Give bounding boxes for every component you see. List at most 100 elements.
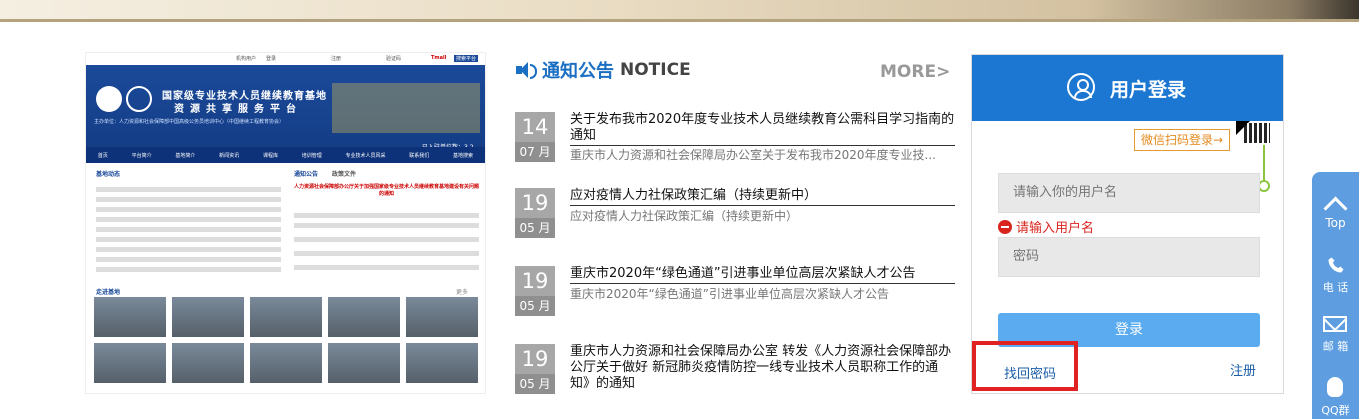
portal-text-line bbox=[96, 237, 281, 242]
portal-gallery-head: 走进基地 bbox=[96, 289, 121, 296]
portal-news-headline: 人力资源社会保障部办公厅关于加强国家级专业技术人员继续教育基地建设有关问题的通知 bbox=[294, 184, 480, 197]
login-title: 用户登录 bbox=[1110, 79, 1187, 101]
portal-nav-item: 专业技术人员风采 bbox=[345, 152, 386, 159]
notice-title-en: NOTICE bbox=[620, 60, 691, 80]
phone-icon bbox=[1328, 257, 1344, 273]
top-decor-bar bbox=[0, 0, 1359, 22]
portal-subtitle: 主办单位：人力资源和社会保障部中国高级公务员培训中心（中国继续工程教育协会） bbox=[94, 119, 285, 125]
notice-day: 19 bbox=[515, 266, 555, 296]
portal-text-line bbox=[96, 187, 281, 192]
portal-top-links: 机构用户 登录 注册 验证码 Tmall 搜索平台 bbox=[86, 53, 485, 65]
user-icon bbox=[1067, 73, 1095, 101]
portal-top-link: 搜索平台 bbox=[454, 55, 479, 62]
notice-month: 07 月 bbox=[515, 142, 555, 162]
portal-title-line2: 资源共享服务平台 bbox=[174, 104, 302, 115]
phone-button[interactable]: 电 话 bbox=[1312, 254, 1359, 294]
notice-date: 19 05 月 bbox=[515, 266, 555, 316]
highlight-box bbox=[972, 341, 1078, 391]
notice-month: 05 月 bbox=[515, 374, 555, 394]
portal-text-line bbox=[96, 257, 281, 262]
gallery-thumb bbox=[406, 343, 478, 383]
portal-text-line bbox=[294, 251, 479, 256]
portal-screenshot-image[interactable]: 机构用户 登录 注册 验证码 Tmall 搜索平台 国家级专业技术人员继续教育基… bbox=[85, 52, 486, 394]
gallery-thumb bbox=[328, 343, 400, 383]
top-label: Top bbox=[1325, 216, 1346, 230]
portal-text-line bbox=[294, 265, 479, 270]
portal-nav-item: 首页 bbox=[97, 152, 108, 159]
notice-date: 19 05 月 bbox=[515, 344, 555, 394]
portal-top-link: Tmall bbox=[431, 55, 447, 61]
qr-code-icon[interactable] bbox=[1244, 123, 1270, 143]
portal-emblem-icon bbox=[126, 86, 152, 112]
portal-nav-item: 课程库 bbox=[262, 152, 278, 159]
portal-logo-icon bbox=[96, 86, 122, 112]
speaker-icon bbox=[514, 60, 537, 80]
portal-col3-head: 政策文件 bbox=[332, 171, 357, 178]
username-input[interactable] bbox=[998, 173, 1260, 213]
register-link[interactable]: 注册 bbox=[1230, 360, 1256, 379]
mail-icon bbox=[1323, 316, 1347, 332]
portal-text-line bbox=[96, 247, 281, 252]
notice-day: 19 bbox=[515, 344, 555, 374]
portal-nav-item: 基地搜索 bbox=[453, 152, 474, 159]
portal-gallery-more: 更多 bbox=[456, 289, 469, 296]
portal-nav-item: 新闻资讯 bbox=[219, 152, 240, 159]
mail-button[interactable]: 邮 箱 bbox=[1312, 316, 1359, 356]
username-error: 请输入用户名 bbox=[998, 217, 1094, 236]
notice-month: 05 月 bbox=[515, 218, 555, 238]
notice-header: 通知公告 NOTICE bbox=[514, 58, 691, 82]
gallery-thumb bbox=[94, 297, 166, 337]
portal-text-line bbox=[96, 267, 281, 272]
notice-date: 14 07 月 bbox=[515, 112, 555, 162]
mail-label: 邮 箱 bbox=[1322, 340, 1349, 353]
portal-col1-head: 基地动态 bbox=[96, 171, 121, 178]
notice-item: 19 05 月 重庆市人力资源和社会保障局办公室 转发《人力资源社会保障部办公厅… bbox=[515, 344, 955, 394]
qq-button[interactable]: QQ群 bbox=[1312, 377, 1359, 417]
notice-date: 19 05 月 bbox=[515, 188, 555, 238]
portal-nav-item: 培训管理 bbox=[301, 152, 322, 159]
portal-top-link: 验证码 bbox=[386, 56, 402, 62]
login-header: 用户登录 bbox=[972, 55, 1283, 121]
back-to-top-button[interactable]: Top bbox=[1312, 196, 1359, 236]
portal-text-line bbox=[294, 213, 479, 218]
portal-nav-item: 联系我们 bbox=[409, 152, 430, 159]
wechat-login-button[interactable]: 微信扫码登录→ bbox=[1134, 129, 1231, 151]
portal-banner-note bbox=[332, 83, 480, 133]
error-icon bbox=[998, 219, 1012, 234]
decor-line bbox=[1263, 145, 1265, 185]
notice-desc: 应对疫情人力社保政策汇编（持续更新中） bbox=[570, 209, 799, 223]
portal-nav-item: 基地简介 bbox=[175, 152, 196, 159]
phone-label: 电 话 bbox=[1322, 281, 1349, 294]
notice-desc: 重庆市人力资源和社会保障局办公室关于发布我市2020年度专业技... bbox=[570, 148, 936, 162]
gallery-thumb bbox=[172, 343, 244, 383]
notice-day: 19 bbox=[515, 188, 555, 218]
notice-title-link[interactable]: 关于发布我市2020年度专业技术人员继续教育公需科目学习指南的通知 bbox=[570, 112, 955, 146]
notice-more-link[interactable]: MORE> bbox=[880, 62, 950, 82]
portal-col2-head: 通知公告 bbox=[294, 171, 319, 178]
password-input[interactable] bbox=[998, 237, 1260, 277]
portal-text-line bbox=[96, 217, 281, 222]
notice-day: 14 bbox=[515, 112, 555, 142]
gallery-thumb bbox=[406, 297, 478, 337]
error-text: 请输入用户名 bbox=[1016, 221, 1095, 236]
portal-text-line bbox=[294, 237, 479, 242]
gallery-thumb bbox=[328, 297, 400, 337]
notice-title-link[interactable]: 重庆市2020年“绿色通道”引进事业单位高层次紧缺人才公告 bbox=[570, 266, 955, 284]
portal-top-link: 机构用户 bbox=[236, 56, 257, 62]
notice-item: 19 05 月 应对疫情人力社保政策汇编（持续更新中） 应对疫情人力社保政策汇编… bbox=[515, 188, 955, 238]
notice-item: 19 05 月 重庆市2020年“绿色通道”引进事业单位高层次紧缺人才公告 重庆… bbox=[515, 266, 955, 316]
gallery-thumb bbox=[94, 343, 166, 383]
portal-top-link: 注册 bbox=[331, 56, 342, 62]
side-toolbar: Top 电 话 邮 箱 QQ群 bbox=[1312, 172, 1359, 419]
qq-label: QQ群 bbox=[1321, 404, 1350, 417]
notice-title-cn: 通知公告 bbox=[542, 61, 614, 82]
portal-text-line bbox=[96, 207, 281, 212]
notice-title-link[interactable]: 重庆市人力资源和社会保障局办公室 转发《人力资源社会保障部办公厅关于做好 新冠肺… bbox=[570, 344, 955, 393]
portal-text-line bbox=[96, 197, 281, 202]
portal-nav: 首页 平台简介 基地简介 新闻资讯 课程库 培训管理 专业技术人员风采 联系我们… bbox=[86, 147, 485, 163]
gallery-thumb bbox=[250, 297, 322, 337]
notice-title-link[interactable]: 应对疫情人力社保政策汇编（持续更新中） bbox=[570, 188, 955, 206]
portal-text-line bbox=[96, 227, 281, 232]
notice-month: 05 月 bbox=[515, 296, 555, 316]
portal-banner: 国家级专业技术人员继续教育基地 资源共享服务平台 主办单位：人力资源和社会保障部… bbox=[86, 65, 485, 151]
